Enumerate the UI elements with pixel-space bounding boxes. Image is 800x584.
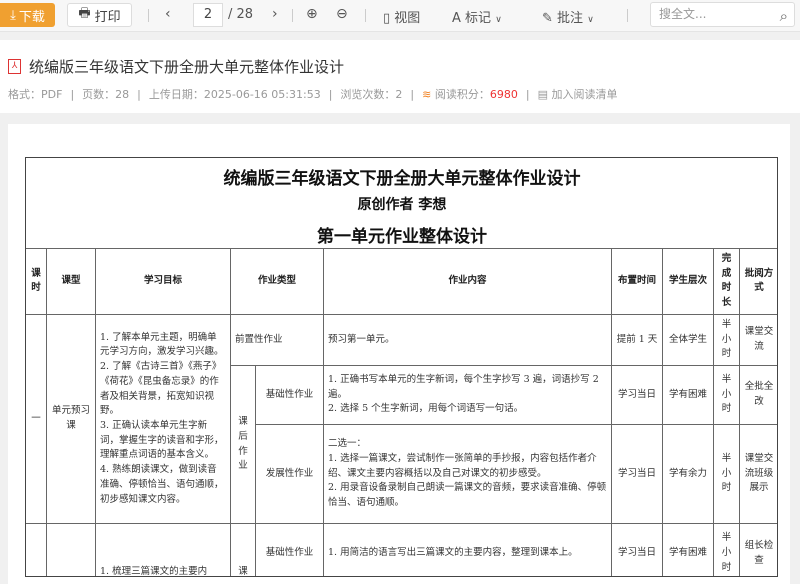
view-count: 浏览次数：2: [340, 88, 403, 101]
search-input[interactable]: 搜全文... ⌕: [650, 2, 795, 27]
read-points: 6980: [489, 88, 518, 101]
upload-date: 上传日期：2025-06-16 05:31:53: [148, 88, 321, 101]
next-page-icon[interactable]: ›: [272, 6, 278, 22]
header-row: 课时 课型 学习目标 作业类型 作业内容 布置时间 学生层次 完成时长 批阅方式: [26, 248, 777, 315]
search-icon[interactable]: ⌕: [780, 5, 788, 28]
toolbar: ⤓ 下载 🖶 打印 ‹ 2 / 28 › ⊕ ⊖ ▯ 视图 A 标记 ∨ ✎ 批注 …: [0, 0, 800, 32]
printer-icon: 🖶: [78, 6, 91, 21]
page-number-input[interactable]: 2: [193, 3, 223, 27]
page-total: / 28: [228, 7, 254, 22]
format: 格式：PDF: [8, 88, 63, 101]
document-title: 统编版三年级语文下册全册大单元整体作业设计: [29, 58, 345, 76]
unit-title: 第一单元作业整体设计: [317, 227, 487, 247]
zoom-out-icon[interactable]: ⊖: [336, 6, 348, 22]
add-reading-list-link[interactable]: ▤ 加入阅读清单: [538, 86, 618, 102]
print-button[interactable]: 🖶 打印: [67, 3, 132, 27]
page-count: 页数：28: [82, 88, 130, 101]
assignment-table: 统编版三年级语文下册全册大单元整体作业设计 原创作者 李想 第一单元作业整体设计…: [25, 157, 778, 577]
divider: [627, 9, 628, 22]
document-info: ⅄ 统编版三年级语文下册全册大单元整体作业设计 格式：PDF | 页数：28 | 上传…: [0, 40, 800, 113]
annotate-button[interactable]: ✎ 批注 ∨: [542, 7, 594, 26]
divider: [292, 9, 293, 22]
prev-page-icon[interactable]: ‹: [165, 6, 171, 22]
clipboard-icon: ▤: [537, 88, 548, 101]
table-row: 1. 梳理三篇课文的主要内 课 基础性作业 1. 用简洁的语言写出三篇课文的主要…: [26, 523, 777, 576]
mark-button[interactable]: A 标记 ∨: [452, 7, 502, 26]
pdf-icon: ⅄: [8, 59, 21, 74]
download-button[interactable]: ⤓ 下载: [0, 3, 55, 27]
coins-icon: ≋: [422, 88, 432, 101]
divider: [148, 9, 149, 22]
divider: [365, 9, 366, 22]
table-row: 一 单元预习课 1. 了解本单元主题，明确单元学习方向，激发学习兴趣。 2. 了…: [26, 313, 777, 525]
author: 原创作者 李想: [357, 197, 447, 213]
view-button[interactable]: ▯ 视图: [383, 7, 420, 26]
chevron-down-icon: ∨: [587, 15, 594, 25]
zoom-in-icon[interactable]: ⊕: [306, 6, 318, 22]
download-icon: ⤓: [10, 7, 16, 23]
page-title: 统编版三年级语文下册全册大单元整体作业设计: [223, 169, 581, 189]
chevron-down-icon: ∨: [495, 15, 502, 25]
